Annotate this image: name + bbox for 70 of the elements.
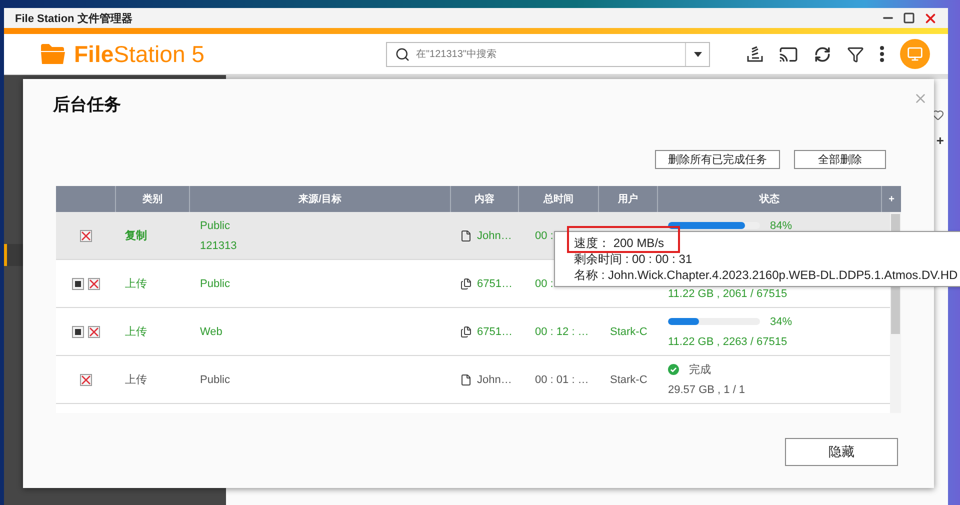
column-header[interactable]: 内容	[474, 192, 494, 206]
cancel-icon	[80, 230, 90, 240]
size-text: 11.22 GB , 2263 / 67515	[668, 336, 788, 348]
status-text: 完成	[689, 362, 711, 377]
target-text: 121313	[200, 240, 237, 252]
content-text: 6751…	[477, 278, 512, 290]
refresh-button[interactable]	[814, 46, 831, 62]
content-text: John…	[477, 230, 512, 242]
cancel-button[interactable]	[80, 374, 92, 386]
cancel-button[interactable]	[88, 278, 100, 290]
search-icon	[395, 46, 410, 62]
add-column-button[interactable]: +	[888, 194, 894, 204]
cast-icon	[779, 44, 798, 64]
folder-icon	[40, 43, 66, 65]
source-text: Public	[200, 374, 230, 386]
cancel-icon	[80, 374, 90, 384]
cancel-icon	[88, 326, 98, 336]
action-button[interactable]: 删除所有已完成任务	[655, 150, 780, 169]
time-text: 00 : 01 : …	[535, 374, 589, 386]
maximize-icon	[903, 12, 915, 24]
stop-button[interactable]	[72, 326, 84, 338]
type-text: 复制	[125, 228, 147, 243]
type-text: 上传	[125, 277, 147, 291]
column-header[interactable]: 类别	[142, 192, 162, 206]
percent-text: 34%	[770, 316, 792, 328]
window-title: File Station 文件管理器	[15, 12, 134, 26]
user-text: Stark-C	[610, 374, 648, 386]
source-text: Public	[200, 220, 230, 232]
column-header[interactable]: 总时间	[544, 192, 574, 206]
column-header[interactable]: 状态	[760, 192, 780, 206]
size-text: 11.22 GB , 2061 / 67515	[668, 288, 788, 300]
monitor-icon	[907, 46, 923, 62]
heart-icon	[932, 109, 944, 121]
filter-icon	[847, 46, 864, 62]
source-text: Public	[200, 278, 230, 290]
app-logo-text: FileStation 5	[74, 40, 204, 68]
content-text: 6751…	[477, 326, 512, 338]
time-text: 00 : 12 : …	[535, 326, 589, 338]
cast-button[interactable]	[779, 44, 798, 64]
type-text: 上传	[125, 325, 147, 339]
type-text: 上传	[125, 373, 147, 387]
percent-text: 84%	[770, 220, 792, 232]
column-header[interactable]: 来源/目标	[298, 192, 342, 206]
stop-icon	[74, 280, 80, 286]
add-text: +	[936, 133, 944, 148]
hide-button[interactable]: 隐藏	[785, 438, 898, 466]
tooltip-text: 速度： 200 MB/s	[574, 234, 664, 252]
more-button[interactable]	[880, 46, 884, 62]
source-text: Web	[200, 326, 222, 338]
cancel-button[interactable]	[80, 230, 92, 242]
stop-icon	[74, 328, 80, 334]
close-icon	[913, 91, 928, 106]
action-button[interactable]: 全部删除	[794, 150, 886, 169]
filter-button[interactable]	[847, 46, 864, 62]
cancel-button[interactable]	[88, 326, 100, 338]
content-text: John…	[477, 374, 512, 386]
stack-icon	[747, 46, 763, 62]
refresh-icon	[814, 46, 831, 62]
more-icon	[880, 46, 884, 62]
search-field[interactable]: 在"121313"中搜索	[386, 42, 710, 66]
time-text: 00 :	[535, 230, 554, 242]
caret-icon	[694, 52, 702, 56]
size-text: 29.57 GB , 1 / 1	[668, 384, 746, 396]
dialog-title: 后台任务	[53, 94, 121, 116]
tasks-button[interactable]	[747, 46, 763, 62]
cancel-icon	[88, 278, 98, 288]
stop-button[interactable]	[72, 278, 84, 290]
user-text: Stark-C	[610, 326, 648, 338]
column-header[interactable]: 用户	[618, 192, 638, 206]
time-text: 00 :	[535, 278, 554, 290]
